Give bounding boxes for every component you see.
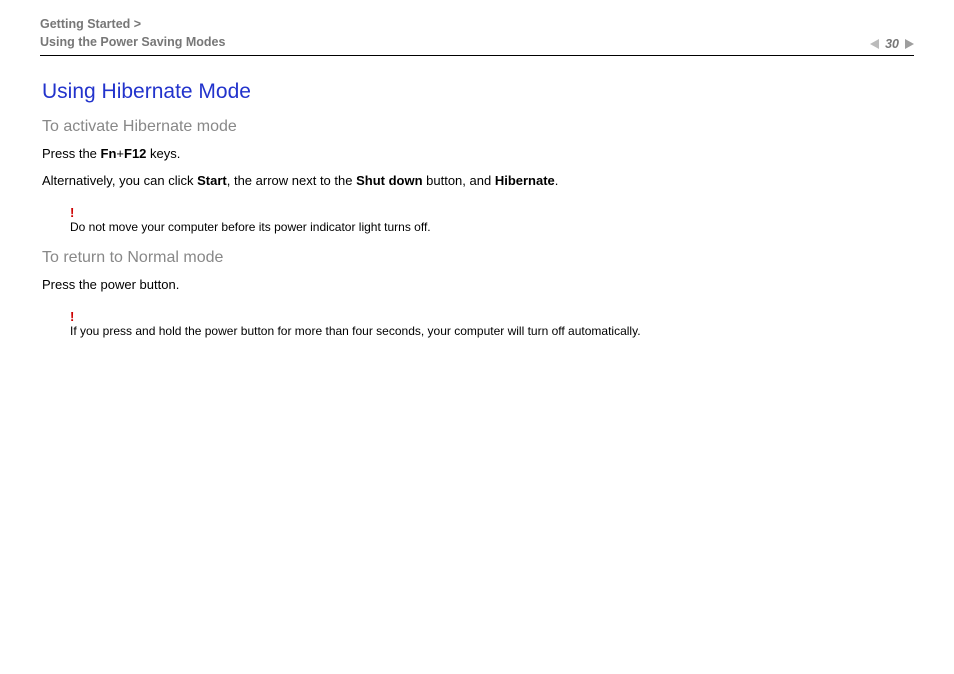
warning-icon: ! (70, 310, 914, 323)
text: Press the (42, 146, 101, 161)
warning-text: Do not move your computer before its pow… (70, 219, 914, 236)
text: , the arrow next to the (227, 173, 356, 188)
section-heading-return: To return to Normal mode (42, 249, 914, 267)
text: button, and (423, 173, 495, 188)
bold-start: Start (197, 173, 227, 188)
page-header: Getting Started > Using the Power Saving… (40, 16, 914, 56)
next-page-icon[interactable] (905, 39, 914, 49)
text: . (555, 173, 559, 188)
document-page: Getting Started > Using the Power Saving… (0, 0, 954, 340)
bold-shutdown: Shut down (356, 173, 422, 188)
key-fn: Fn (101, 146, 117, 161)
text: Alternatively, you can click (42, 173, 197, 188)
key-f12: F12 (124, 146, 146, 161)
page-content: Using Hibernate Mode To activate Hiberna… (40, 80, 914, 340)
warning-icon: ! (70, 206, 914, 219)
prev-page-icon[interactable] (870, 39, 879, 49)
warning-text: If you press and hold the power button f… (70, 323, 914, 340)
breadcrumb: Getting Started > Using the Power Saving… (40, 16, 225, 51)
warning-note-2: ! If you press and hold the power button… (70, 310, 914, 340)
instruction-power: Press the power button. (42, 275, 914, 296)
warning-note-1: ! Do not move your computer before its p… (70, 206, 914, 236)
page-number: 30 (885, 37, 899, 51)
breadcrumb-line-2: Using the Power Saving Modes (40, 34, 225, 52)
page-title: Using Hibernate Mode (42, 80, 914, 104)
page-nav: 30 (870, 37, 914, 51)
breadcrumb-line-1: Getting Started > (40, 16, 225, 34)
instruction-alternative: Alternatively, you can click Start, the … (42, 171, 914, 192)
instruction-keys: Press the Fn+F12 keys. (42, 144, 914, 165)
bold-hibernate: Hibernate (495, 173, 555, 188)
text: keys. (146, 146, 180, 161)
section-heading-activate: To activate Hibernate mode (42, 118, 914, 136)
text: + (116, 146, 124, 161)
